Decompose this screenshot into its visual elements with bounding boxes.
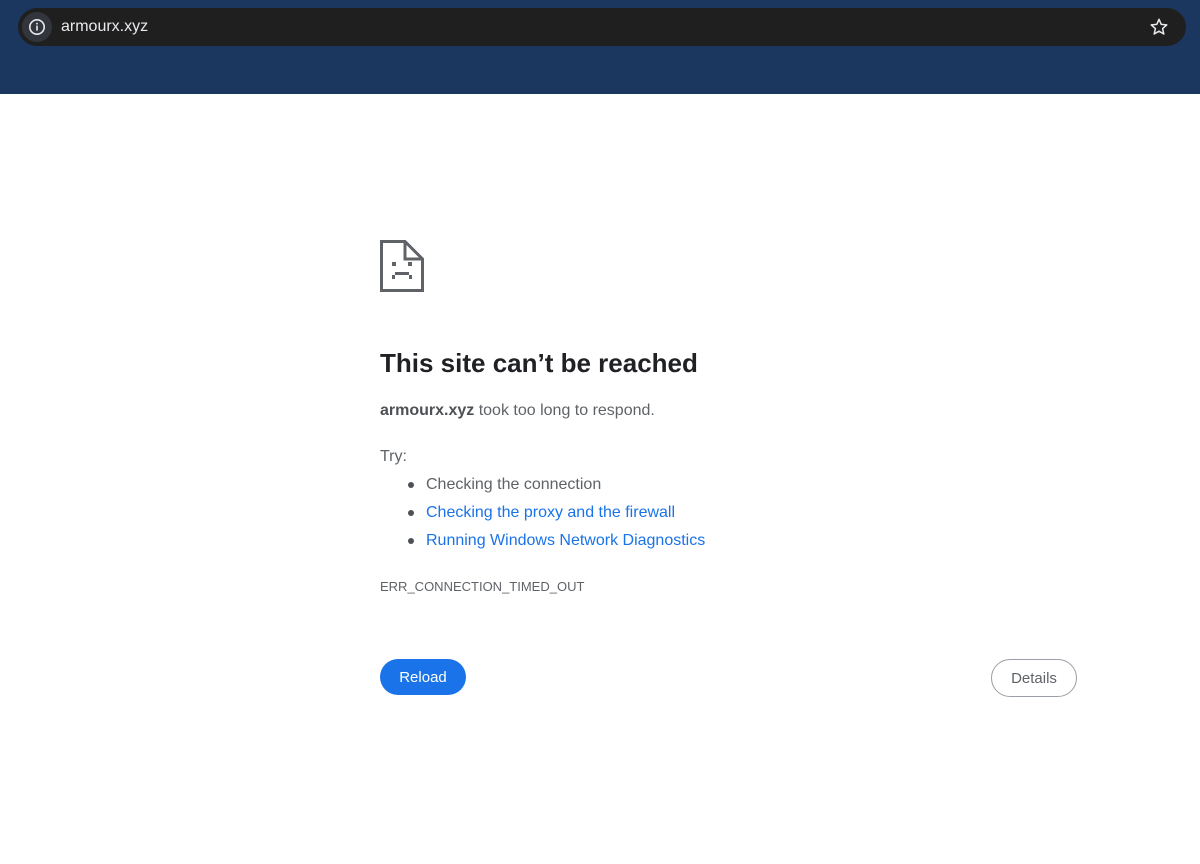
browser-toolbar: armourx.xyz [0, 0, 1200, 94]
suggestion-network-diagnostics-link[interactable]: Running Windows Network Diagnostics [406, 530, 705, 558]
details-button[interactable]: Details [991, 659, 1077, 697]
error-host: armourx.xyz [380, 402, 475, 419]
suggestions-list: Checking the connection Checking the pro… [406, 474, 705, 558]
suggestion-check-proxy-firewall-link[interactable]: Checking the proxy and the firewall [406, 502, 705, 530]
page-title: This site can’t be reached [380, 348, 698, 378]
try-label: Try: [380, 448, 407, 465]
error-summary: armourx.xyz took too long to respond. [380, 400, 655, 422]
info-icon [29, 19, 45, 35]
star-outline-icon [1150, 18, 1168, 35]
error-summary-text: took too long to respond. [474, 402, 655, 419]
reload-button[interactable]: Reload [380, 659, 466, 695]
sad-page-icon [380, 240, 424, 292]
url-text[interactable]: armourx.xyz [61, 17, 148, 37]
address-bar[interactable]: armourx.xyz [18, 8, 1186, 46]
error-code: ERR_CONNECTION_TIMED_OUT [380, 579, 585, 594]
bookmark-star-button[interactable] [1148, 16, 1170, 38]
site-info-button[interactable] [22, 12, 52, 42]
suggestion-check-connection: Checking the connection [406, 474, 705, 502]
